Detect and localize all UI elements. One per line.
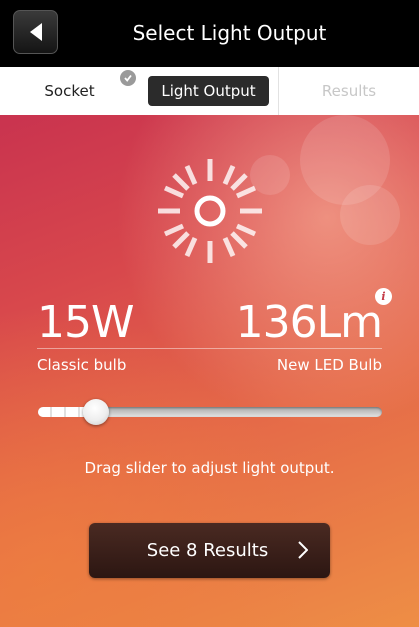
- tab-results[interactable]: Results: [278, 67, 419, 115]
- tab-socket-label: Socket: [44, 82, 95, 100]
- light-output-icon: [158, 159, 262, 263]
- led-bulb-label: New LED Bulb: [276, 356, 382, 374]
- watts-value: 15W: [37, 297, 134, 348]
- back-arrow-icon: [29, 23, 42, 41]
- lumens-value: 136Lm: [235, 297, 383, 348]
- chevron-right-icon: [298, 541, 308, 559]
- bokeh-decoration: [340, 185, 400, 245]
- app-header: Select Light Output: [0, 0, 419, 67]
- step-tabs: Socket Light Output Results: [0, 67, 419, 115]
- see-results-button[interactable]: See 8 Results: [89, 523, 330, 578]
- light-output-panel: i 15W 136Lm Classic bulb New LED Bulb Dr…: [0, 115, 419, 627]
- classic-bulb-label: Classic bulb: [37, 356, 127, 374]
- divider: [37, 348, 382, 349]
- slider-thumb[interactable]: [83, 399, 110, 425]
- slider-hint: Drag slider to adjust light output.: [84, 459, 335, 477]
- tab-results-label: Results: [321, 82, 377, 100]
- light-output-slider[interactable]: [38, 399, 382, 425]
- tab-light-output-label: Light Output: [148, 76, 269, 106]
- check-icon: [120, 70, 136, 86]
- back-button[interactable]: [13, 10, 58, 54]
- page-title: Select Light Output: [132, 21, 327, 45]
- tab-light-output[interactable]: Light Output: [139, 67, 278, 115]
- see-results-label: See 8 Results: [146, 540, 269, 561]
- tab-socket[interactable]: Socket: [0, 67, 139, 115]
